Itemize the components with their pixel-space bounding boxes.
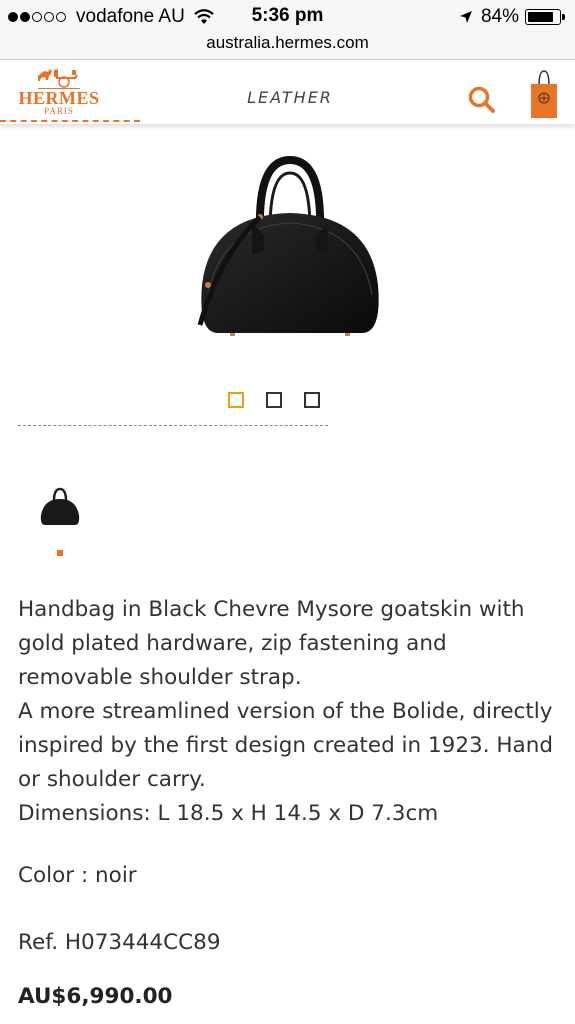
status-bar: vodafone AU 5:36 pm 84%	[0, 0, 575, 34]
description-line: Handbag in Black Chevre Mysore goatskin …	[18, 597, 525, 690]
search-icon[interactable]	[466, 84, 498, 116]
description-line: A more streamlined version of the Bolide…	[18, 699, 553, 792]
url-bar[interactable]: australia.hermes.com	[0, 34, 575, 60]
battery-level	[528, 12, 554, 22]
handbag-thumbnail[interactable]	[38, 485, 82, 527]
dimensions-line: Dimensions: L 18.5 x H 14.5 x D 7.3cm	[18, 801, 439, 826]
status-bar-right: 84%	[459, 5, 565, 29]
url-text: australia.hermes.com	[206, 33, 369, 52]
pager-dot-3[interactable]	[304, 392, 320, 408]
site-header: HERMES PARIS LEATHER	[0, 60, 575, 124]
product-reference: Ref. H073444CC89	[18, 930, 221, 955]
header-accent-line	[0, 120, 140, 122]
product-price: AU$6,990.00	[18, 984, 173, 1009]
logo-subtitle: PARIS	[44, 106, 74, 116]
product-color: Color : noir	[18, 863, 137, 888]
image-pager	[228, 392, 342, 408]
section-title: LEATHER	[247, 88, 333, 107]
thumbnail-selected-marker	[57, 550, 63, 556]
product-description: Handbag in Black Chevre Mysore goatskin …	[18, 593, 563, 831]
hermes-carriage-logo	[38, 69, 80, 89]
pager-dot-1[interactable]	[228, 392, 244, 408]
hermes-logo[interactable]: HERMES PARIS	[14, 66, 104, 120]
battery-percentage: 84%	[480, 6, 519, 27]
battery-icon	[525, 9, 565, 25]
location-arrow-icon	[459, 11, 472, 23]
shopping-bag-icon[interactable]	[528, 68, 560, 120]
section-divider	[18, 425, 328, 426]
black-handbag-image[interactable]	[190, 155, 390, 340]
pager-dot-2[interactable]	[266, 392, 282, 408]
